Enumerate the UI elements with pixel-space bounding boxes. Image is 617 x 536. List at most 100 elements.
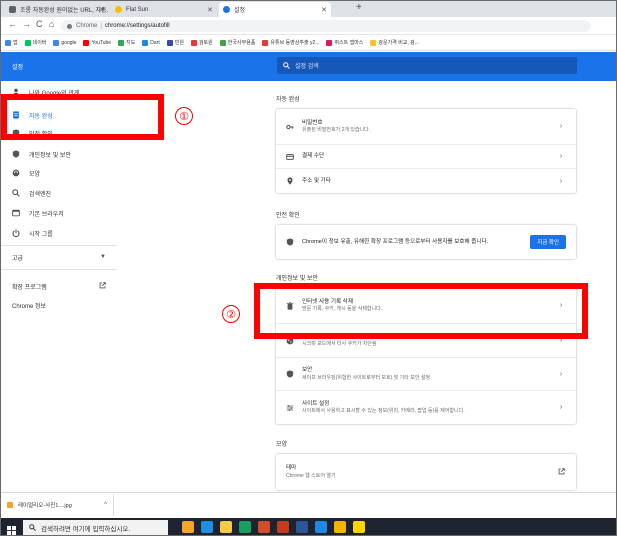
- bookmark-item[interactable]: 앱: [5, 39, 18, 46]
- close-icon[interactable]: ✕: [321, 6, 327, 14]
- bookmark-item[interactable]: 광운가격 비교, 광...: [370, 39, 419, 46]
- bookmark-item[interactable]: 한국사무용품: [219, 39, 256, 46]
- taskbar-app-icon[interactable]: [201, 521, 213, 533]
- caret-up-icon[interactable]: ^: [104, 502, 107, 508]
- windows-start-icon[interactable]: [7, 522, 16, 535]
- taskbar-search-placeholder: 검색하려면 여기에 입력하십시오.: [41, 525, 131, 533]
- taskbar-app-icon[interactable]: [315, 521, 327, 533]
- sidebar-item-label: 검색엔진: [29, 191, 52, 198]
- sidebar-item-search-engine[interactable]: 검색엔진: [12, 186, 162, 200]
- bookmark-item[interactable]: YouTube: [83, 39, 111, 46]
- taskbar-app-icon[interactable]: [182, 521, 194, 533]
- close-icon[interactable]: ✕: [207, 6, 213, 14]
- sidebar-item-label: Chrome 정보: [12, 303, 47, 310]
- reload-button[interactable]: C: [36, 19, 43, 29]
- payment-methods-row[interactable]: 결제 수단 ›: [276, 145, 576, 169]
- shield-icon: [286, 238, 294, 246]
- bookmark-item[interactable]: 유튜브 동영상추출 y2...: [262, 39, 319, 46]
- external-link-icon: [99, 281, 106, 291]
- bookmark-item[interactable]: google: [53, 39, 77, 46]
- shield-icon: [12, 150, 20, 158]
- tab-flat-sun[interactable]: Flat Sun ✕: [111, 2, 217, 17]
- back-button[interactable]: ←: [8, 19, 17, 29]
- security-row[interactable]: 보안 세이프 브라우징(위험한 사이트로부터 보호) 및 기타 보안 설정 ›: [276, 358, 576, 391]
- annotation-number-2: ②: [222, 305, 240, 323]
- bookmark-label: google: [61, 39, 77, 46]
- taskbar-app-icon[interactable]: [334, 521, 346, 533]
- bookmark-item[interactable]: 퀴스트 앱마스: [326, 39, 363, 46]
- row-subtitle: Chrome 웹 스토어 열기: [286, 472, 336, 479]
- taskbar-app-icon[interactable]: [277, 521, 289, 533]
- site-settings-row[interactable]: 사이트 설정 사이트에서 사용하고 표시할 수 있는 정보(위치, 카메라, 팝업…: [276, 391, 576, 424]
- row-subtitle: 세이프 브라우징(위험한 사이트로부터 보호) 및 기타 보안 설정: [302, 374, 431, 381]
- bookmark-label: 한국사무용품: [227, 40, 256, 46]
- taskbar-app-icon[interactable]: [353, 521, 365, 533]
- check-now-button[interactable]: 지금 확인: [530, 235, 566, 249]
- download-item[interactable]: 레이얼리오-사진1....jpg ^: [7, 498, 107, 512]
- row-title: 주소 및 기타: [302, 177, 331, 184]
- bookmark-icon: [24, 39, 31, 46]
- chevron-right-icon: ›: [559, 123, 563, 130]
- search-icon: [29, 524, 36, 531]
- section-title-autofill: 자동 완성: [276, 97, 300, 103]
- bookmark-item[interactable]: 민원: [166, 39, 184, 46]
- address-path: chrome://settings/autofill: [104, 23, 170, 29]
- bookmark-item[interactable]: 네이버: [24, 39, 47, 46]
- bookmark-icon: [142, 39, 149, 46]
- chevron-right-icon: ›: [559, 370, 563, 378]
- row-title: 보안: [302, 367, 313, 374]
- sidebar-item-appearance[interactable]: 모양: [12, 166, 162, 180]
- chrome-icon: [67, 23, 72, 29]
- taskbar-app-icon[interactable]: [220, 521, 232, 533]
- bookmark-label: 유튜브 동영상추출 y2...: [270, 40, 320, 46]
- sidebar-item-privacy[interactable]: 개인정보 및 보안: [12, 147, 162, 161]
- pin-icon: [286, 177, 294, 185]
- taskbar-search-input[interactable]: 검색하려면 여기에 입력하십시오.: [23, 520, 168, 535]
- section-title-appearance: 모양: [276, 442, 288, 448]
- address-host: Chrome: [76, 23, 98, 29]
- tab-label: 설정: [234, 8, 246, 14]
- home-button[interactable]: ⌂: [49, 19, 54, 29]
- bookmark-label: 검토원: [198, 40, 213, 46]
- bookmark-label: 지도: [126, 40, 136, 46]
- row-title: 테마: [286, 465, 297, 472]
- page-icon: [9, 6, 16, 13]
- sidebar-item-label: 확장 프로그램: [12, 284, 47, 291]
- bookmark-item[interactable]: 검토원: [190, 39, 213, 46]
- tab-autofill-article[interactable]: 조롱 자동완성 원이없는 URL, 자동… ✕: [5, 2, 109, 17]
- tab-label: Flat Sun: [126, 6, 149, 13]
- sidebar-item-default-browser[interactable]: 기본 브라우저: [12, 206, 162, 220]
- new-tab-button[interactable]: +: [356, 2, 362, 13]
- bookmark-label: Dart: [150, 39, 160, 46]
- sidebar-item-about-chrome[interactable]: Chrome 정보: [12, 298, 162, 312]
- bookmark-label: 광운가격 비교, 광...: [378, 40, 419, 46]
- taskbar-app-icon[interactable]: [296, 521, 308, 533]
- sidebar-item-extensions[interactable]: 확장 프로그램: [12, 279, 106, 293]
- bookmark-label: 네이버: [32, 40, 47, 46]
- theme-row[interactable]: 테마 Chrome 웹 스토어 열기: [276, 454, 576, 490]
- bookmark-item[interactable]: Dart: [142, 39, 160, 46]
- bookmark-label: 민원: [174, 40, 184, 46]
- row-subtitle: 유출된 비밀번호가 2개 있습니다.: [302, 127, 371, 134]
- address-bar[interactable]: Chrome | chrome://settings/autofill: [61, 20, 591, 32]
- safety-check-card: Chrome이 정보 유출, 유해한 확장 프로그램 등으로부터 사용자를 보호…: [276, 225, 576, 259]
- bookmark-item[interactable]: 지도: [118, 39, 135, 46]
- chevron-right-icon: ›: [559, 177, 563, 185]
- tab-settings[interactable]: 설정 ✕: [219, 2, 331, 17]
- safety-check-row: Chrome이 정보 유출, 유해한 확장 프로그램 등으로부터 사용자를 보호…: [276, 225, 576, 259]
- settings-search-input[interactable]: 설정 검색: [277, 57, 577, 74]
- passwords-row[interactable]: 비밀번호 유출된 비밀번호가 2개 있습니다. ›: [276, 109, 576, 145]
- taskbar-app-icon[interactable]: [239, 521, 251, 533]
- taskbar-app-icon[interactable]: [258, 521, 270, 533]
- forward-button[interactable]: →: [22, 19, 31, 29]
- bookmark-icon: [370, 39, 377, 46]
- sidebar-advanced-toggle[interactable]: 고급 ▼: [12, 250, 106, 264]
- sidebar-item-on-startup[interactable]: 시작 그룹: [12, 226, 162, 240]
- close-icon[interactable]: ✕: [99, 6, 105, 14]
- tab-label: 조롱 자동완성 원이없는 URL, 자동…: [20, 8, 109, 14]
- addresses-row[interactable]: 주소 및 기타 ›: [276, 169, 576, 193]
- sidebar-divider: [1, 269, 117, 270]
- chevron-right-icon: ›: [559, 404, 563, 411]
- lock-icon: [7, 502, 13, 508]
- bookmark-icon: [83, 39, 90, 46]
